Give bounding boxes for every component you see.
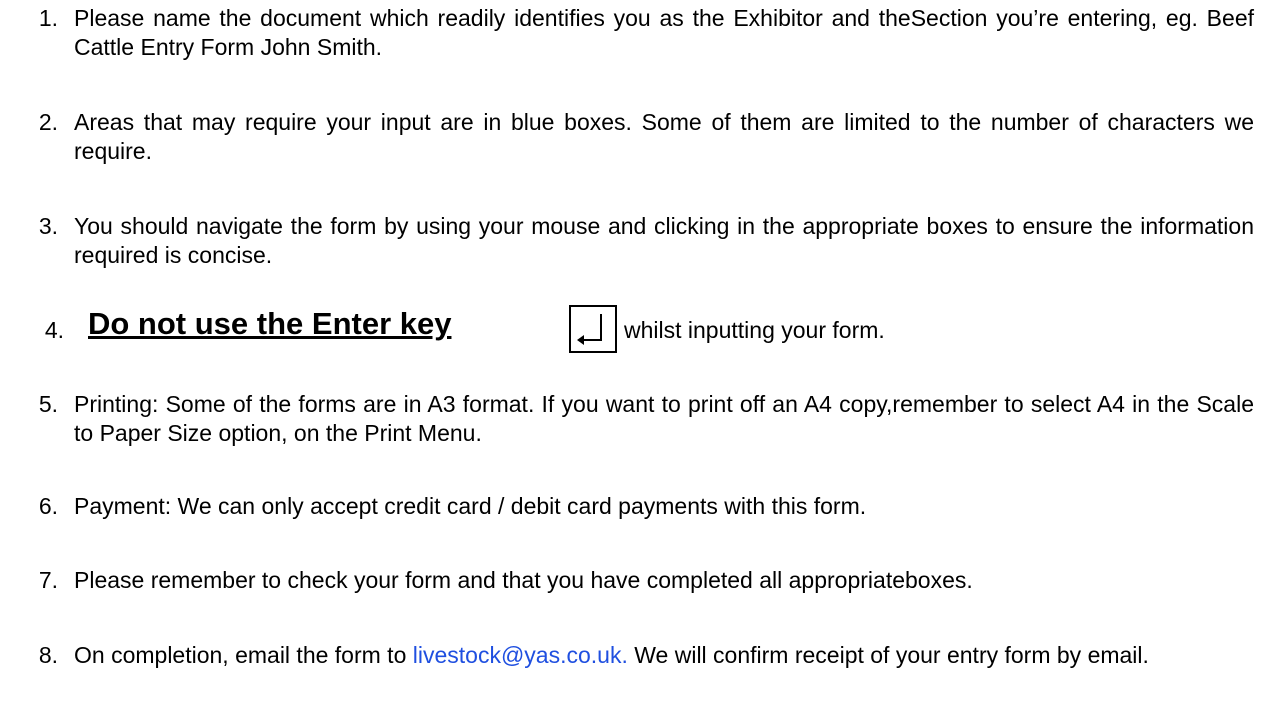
email-link[interactable]: livestock@yas.co.uk. [413,642,628,668]
item-text-after: We will confirm receipt of your entry fo… [627,642,1149,668]
list-item: 4. Do not use the Enter key whilst input… [0,305,1254,364]
enter-key-warning: Do not use the Enter key [88,306,452,341]
item-number: 4. [44,317,64,343]
item-number: 6. [38,493,58,519]
item-text: whilst inputting your form. [624,317,885,343]
item-text: Areas that may require your input are in… [74,109,1254,164]
item-number: 3. [38,213,58,239]
item-text: Printing: Some of the forms are in A3 fo… [74,391,1254,446]
item-text: Payment: We can only accept credit card … [74,493,867,519]
item-number: 7. [38,567,58,593]
item-number: 2. [38,109,58,135]
item-number: 5. [38,391,58,417]
item-number: 1. [38,5,58,31]
item-text: Please remember to check your form and t… [74,567,973,593]
item-text-before: On completion, email the form to [74,642,413,668]
item-text: Please name the document which readily i… [74,5,1254,60]
instructions-document: 1. Please name the document which readil… [0,0,1270,722]
item-text: On completion, email the form to livesto… [74,641,1254,670]
item-text: You should navigate the form by using yo… [74,213,1254,268]
item-number: 8. [38,642,58,668]
enter-key-icon [569,305,617,353]
